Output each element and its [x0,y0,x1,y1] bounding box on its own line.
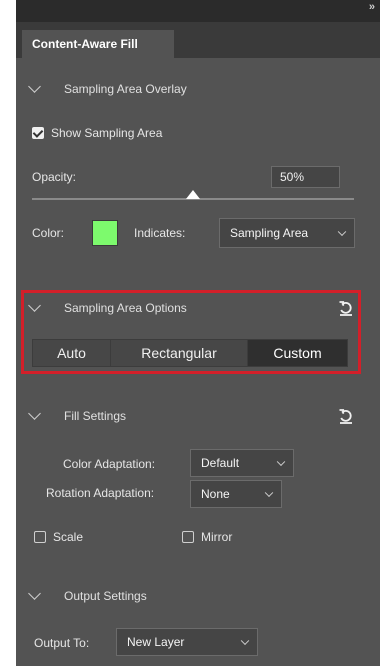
chevron-down-icon [28,80,41,93]
scale-checkbox[interactable] [34,531,46,543]
auto-button[interactable]: Auto [33,340,111,366]
reset-icon-svg [339,409,352,424]
color-adaptation-value: Default [201,456,240,470]
section-label: Sampling Area Overlay [64,82,187,96]
output-to-dropdown[interactable]: New Layer [116,628,258,656]
section-header-sampling-area-options[interactable]: Sampling Area Options [16,296,380,320]
show-sampling-area-label: Show Sampling Area [51,126,163,140]
rotation-adaptation-dropdown[interactable]: None [190,480,282,508]
sampling-mode-segmented-control: Auto Rectangular Custom [32,339,348,367]
content-aware-fill-panel: » Content-Aware Fill Sampling Area Overl… [16,0,380,666]
opacity-label: Opacity: [32,170,77,184]
mirror-checkbox[interactable] [182,531,194,543]
chevron-down-icon [28,299,41,312]
section-label: Output Settings [64,589,147,603]
chevron-down-icon [337,227,347,237]
indicates-dropdown[interactable]: Sampling Area [219,218,355,248]
show-sampling-area-checkbox[interactable] [32,127,44,139]
rotation-adaptation-label: Rotation Adaptation: [46,486,155,500]
chevron-down-icon [28,587,41,600]
reset-icon[interactable] [336,406,356,426]
mirror-label: Mirror [201,530,233,544]
chevron-down-icon [264,488,274,498]
output-to-value: New Layer [127,635,185,649]
scale-label: Scale [53,530,84,544]
color-adaptation-dropdown[interactable]: Default [190,449,294,477]
indicates-label: Indicates: [134,226,186,240]
tab-content-aware-fill[interactable]: Content-Aware Fill [22,30,174,58]
section-header-output-settings[interactable]: Output Settings [16,584,380,608]
overlay-color-swatch[interactable] [92,220,118,246]
section-label: Fill Settings [64,409,127,423]
reset-icon[interactable] [336,298,356,318]
color-label: Color: [32,226,65,240]
section-label: Sampling Area Options [64,301,187,315]
section-header-fill-settings[interactable]: Fill Settings [16,404,380,428]
section-header-sampling-area-overlay[interactable]: Sampling Area Overlay [16,77,380,101]
collapse-panel-icon[interactable]: » [369,1,375,13]
panel-tab-bar: Content-Aware Fill [16,22,380,59]
opacity-input[interactable]: 50% [271,166,340,188]
rotation-adaptation-value: None [201,487,230,501]
output-to-label: Output To: [34,636,90,650]
custom-button[interactable]: Custom [248,340,347,366]
indicates-value: Sampling Area [230,226,309,240]
color-adaptation-label: Color Adaptation: [63,457,156,471]
chevron-down-icon [276,457,286,467]
panel-body: Sampling Area Overlay Show Sampling Area… [16,58,380,666]
chevron-down-icon [240,636,250,646]
panel-top-strip: » [16,0,380,22]
opacity-slider-thumb[interactable] [186,190,200,199]
reset-icon-svg [339,301,352,316]
chevron-down-icon [28,407,41,420]
opacity-value: 50% [280,170,305,184]
rectangular-button[interactable]: Rectangular [111,340,248,366]
